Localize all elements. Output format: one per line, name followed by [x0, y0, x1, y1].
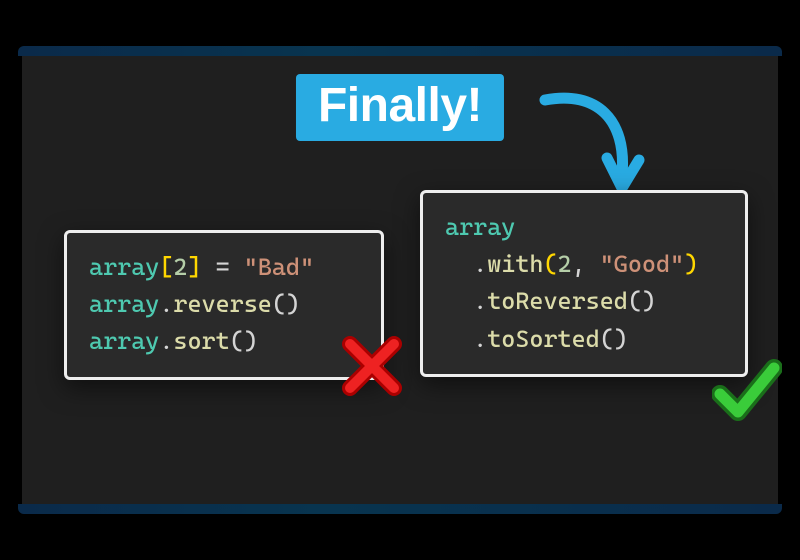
code-line: array.sort() — [89, 323, 359, 360]
cross-mark-icon — [340, 334, 404, 398]
thumbnail-stage: Finally! array[2] = "Bad" array.reverse(… — [0, 0, 800, 560]
check-mark-icon — [712, 356, 782, 426]
headline-badge: Finally! — [296, 74, 504, 141]
code-line: .toSorted() — [445, 321, 723, 358]
headline-text: Finally! — [318, 79, 482, 132]
code-line: .with(2, "Good") — [445, 246, 723, 283]
code-line: array.reverse() — [89, 286, 359, 323]
code-line: array[2] = "Bad" — [89, 249, 359, 286]
chalkboard-background: Finally! array[2] = "Bad" array.reverse(… — [22, 50, 778, 510]
code-line: .toReversed() — [445, 283, 723, 320]
good-code-box: array .with(2, "Good") .toReversed() .to… — [420, 190, 748, 377]
code-line: array — [445, 209, 723, 246]
bad-code-box: array[2] = "Bad" array.reverse() array.s… — [64, 230, 384, 380]
